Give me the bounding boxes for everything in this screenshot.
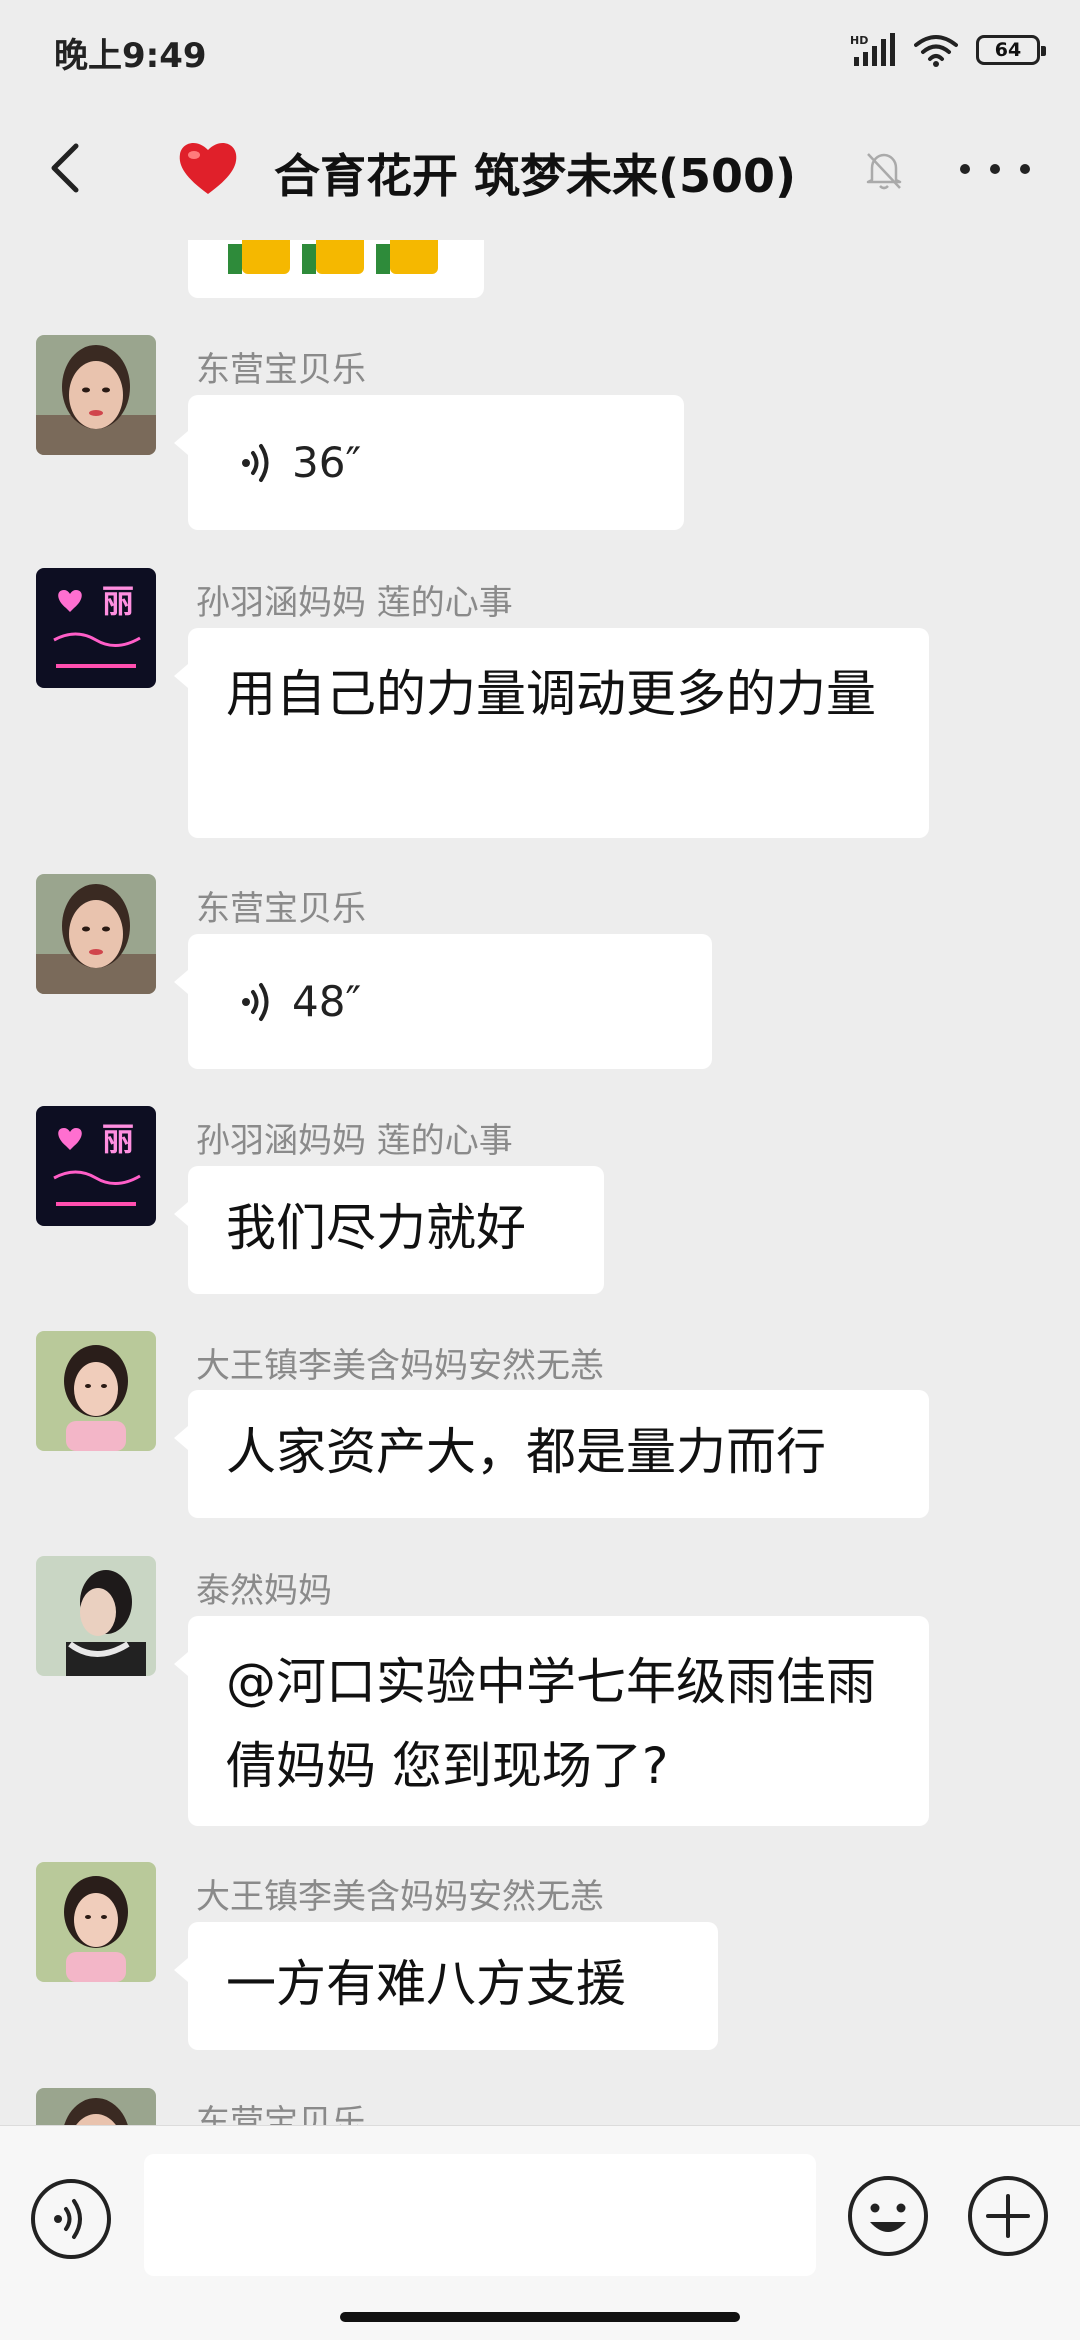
avatar-girl-photo	[36, 1331, 156, 1451]
dot	[960, 164, 970, 174]
mute-bell-icon	[866, 153, 902, 190]
voice-message-bubble[interactable]: 48″	[174, 934, 712, 1069]
dot	[1020, 164, 1030, 174]
avatar-girl-photo	[36, 1862, 156, 1982]
voice-duration: 36″	[292, 438, 362, 487]
more-options-button[interactable]	[960, 144, 1030, 194]
thumbs-up-icon	[302, 240, 364, 274]
voice-message-bubble[interactable]: 36″	[174, 395, 684, 530]
avatar-label: 丽	[102, 582, 134, 620]
avatar-label: 丽	[102, 1120, 134, 1158]
message-text: 用自己的力量调动更多的力量	[226, 665, 876, 723]
avatar-neon-heart-image: 丽	[36, 1106, 156, 1226]
sender-name: 大王镇李美含妈妈安然无恙	[196, 1346, 604, 1386]
status-bar: 晚上9:49 HD 64	[0, 0, 1080, 100]
avatar[interactable]	[36, 1331, 156, 1451]
more-functions-button[interactable]	[966, 2174, 1050, 2258]
text-message-bubble[interactable]: 用自己的力量调动更多的力量	[174, 628, 929, 838]
message-text: @河口实验中学七年级雨佳雨倩妈妈 您到现场了?	[226, 1653, 876, 1795]
home-indicator[interactable]	[340, 2312, 740, 2322]
emoji-button[interactable]	[846, 2174, 930, 2258]
thumbs-up-emoji-row	[228, 240, 438, 274]
avatar[interactable]: 丽	[36, 568, 156, 688]
signal-icon: HD	[850, 33, 895, 66]
status-time: 晚上9:49	[54, 36, 207, 76]
message-bubble-partial[interactable]	[188, 240, 484, 298]
battery-level: 64	[994, 39, 1022, 61]
avatar[interactable]	[36, 874, 156, 994]
dot	[990, 164, 1000, 174]
avatar[interactable]	[36, 335, 156, 455]
text-message-bubble[interactable]: 我们尽力就好	[174, 1166, 604, 1294]
sender-name: 东营宝贝乐	[196, 2103, 366, 2125]
message-input[interactable]	[144, 2154, 816, 2276]
wifi-icon	[914, 35, 958, 67]
network-label: HD	[850, 34, 868, 47]
avatar-woman-photo	[36, 2088, 156, 2125]
input-bar	[0, 2125, 1080, 2340]
chat-header: 合育花开 筑梦未来(500)	[0, 100, 1080, 240]
voice-input-button[interactable]	[30, 2178, 112, 2260]
text-message-bubble[interactable]: 一方有难八方支援	[174, 1922, 718, 2050]
sender-name: 孙羽涵妈妈 莲的心事	[196, 1121, 513, 1161]
status-icons: HD 64	[850, 30, 1046, 70]
thumbs-up-icon	[376, 240, 438, 274]
avatar-woman-photo	[36, 335, 156, 455]
sender-name: 东营宝贝乐	[196, 889, 366, 929]
voice-play-icon	[242, 982, 269, 1021]
avatar-woman-photo	[36, 874, 156, 994]
voice-play-icon	[242, 443, 269, 482]
sender-name: 孙羽涵妈妈 莲的心事	[196, 583, 513, 623]
avatar-neon-heart-image: 丽	[36, 568, 156, 688]
sender-name: 东营宝贝乐	[196, 350, 366, 390]
text-message-bubble[interactable]: 人家资产大，都是量力而行	[174, 1390, 929, 1518]
sender-name: 泰然妈妈	[196, 1571, 332, 1611]
avatar[interactable]	[36, 1556, 156, 1676]
message-text: 我们尽力就好	[226, 1199, 526, 1257]
sender-name: 大王镇李美含妈妈安然无恙	[196, 1877, 604, 1917]
avatar[interactable]	[36, 1862, 156, 1982]
avatar[interactable]: 丽	[36, 1106, 156, 1226]
message-list[interactable]: 东营宝贝乐 36″ 丽 孙羽涵妈妈 莲的心事 用自己的力量调动更多的力量 东营宝…	[0, 240, 1080, 2125]
avatar-woman-profile-photo	[36, 1556, 156, 1676]
text-message-bubble[interactable]: @河口实验中学七年级雨佳雨倩妈妈 您到现场了?	[174, 1616, 929, 1826]
voice-duration: 48″	[292, 977, 362, 1026]
message-text: 一方有难八方支援	[226, 1955, 626, 2013]
thumbs-up-icon	[228, 240, 290, 274]
message-text: 人家资产大，都是量力而行	[226, 1423, 826, 1481]
chat-title: 合育花开 筑梦未来(500)	[274, 149, 797, 203]
heart-icon	[179, 143, 237, 194]
battery-icon: 64	[976, 35, 1046, 65]
avatar[interactable]	[36, 2088, 156, 2125]
back-button[interactable]	[36, 138, 96, 198]
